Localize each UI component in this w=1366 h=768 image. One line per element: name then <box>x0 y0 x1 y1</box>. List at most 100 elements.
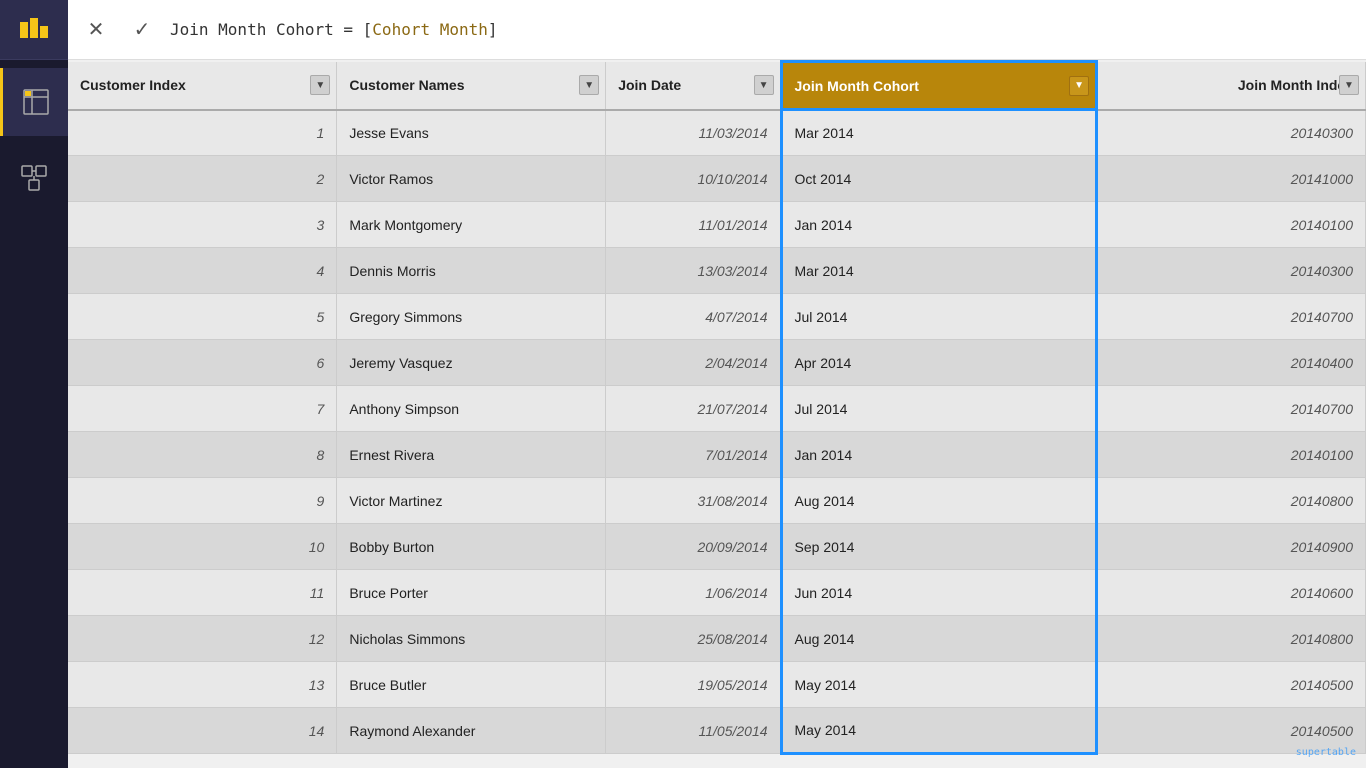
table-row: 9Victor Martinez31/08/2014Aug 2014201408… <box>68 478 1366 524</box>
cell-join-month-index: 20140600 <box>1097 570 1366 616</box>
cell-join-month-cohort: May 2014 <box>781 662 1097 708</box>
cell-customer-name: Anthony Simpson <box>337 386 606 432</box>
cell-join-month-index: 20140100 <box>1097 432 1366 478</box>
cell-join-date: 11/01/2014 <box>606 202 781 248</box>
cell-join-date: 11/05/2014 <box>606 708 781 754</box>
cell-join-date: 7/01/2014 <box>606 432 781 478</box>
sidebar-item-table[interactable] <box>0 68 68 136</box>
cell-join-date: 21/07/2014 <box>606 386 781 432</box>
cell-join-month-index: 20140700 <box>1097 386 1366 432</box>
filter-join-month-index[interactable]: ▼ <box>1339 75 1359 95</box>
filter-customer-index[interactable]: ▼ <box>310 75 330 95</box>
main-area: ✕ ✓ Join Month Cohort = [Cohort Month] C… <box>68 0 1366 768</box>
table-row: 11Bruce Porter1/06/2014Jun 201420140600 <box>68 570 1366 616</box>
header-join-month-index: Join Month Index ▼ <box>1097 62 1366 110</box>
watermark: supertable <box>1296 747 1356 758</box>
sidebar <box>0 0 68 768</box>
cell-join-month-index: 20140900 <box>1097 524 1366 570</box>
cell-customer-index: 9 <box>68 478 337 524</box>
cell-customer-name: Dennis Morris <box>337 248 606 294</box>
accept-button[interactable]: ✓ <box>124 12 160 48</box>
cell-customer-index: 6 <box>68 340 337 386</box>
cell-customer-name: Mark Montgomery <box>337 202 606 248</box>
cell-customer-index: 13 <box>68 662 337 708</box>
cell-customer-name: Ernest Rivera <box>337 432 606 478</box>
cell-customer-index: 1 <box>68 110 337 156</box>
formula-bar: ✕ ✓ Join Month Cohort = [Cohort Month] <box>68 0 1366 60</box>
cell-join-month-cohort: Jan 2014 <box>781 202 1097 248</box>
cell-customer-index: 4 <box>68 248 337 294</box>
formula-cohort-highlight: Cohort Month <box>372 20 488 39</box>
table-container: Customer Index ▼ Customer Names ▼ Join D… <box>68 60 1366 768</box>
formula-input[interactable]: Join Month Cohort = [Cohort Month] <box>170 20 1356 39</box>
cell-customer-name: Bruce Butler <box>337 662 606 708</box>
cell-join-month-index: 20140300 <box>1097 110 1366 156</box>
table-row: 2Victor Ramos10/10/2014Oct 201420141000 <box>68 156 1366 202</box>
cell-join-month-cohort: Jul 2014 <box>781 294 1097 340</box>
table-row: 7Anthony Simpson21/07/2014Jul 2014201407… <box>68 386 1366 432</box>
cell-customer-index: 10 <box>68 524 337 570</box>
cell-join-date: 19/05/2014 <box>606 662 781 708</box>
cell-join-month-cohort: Oct 2014 <box>781 156 1097 202</box>
data-table: Customer Index ▼ Customer Names ▼ Join D… <box>68 60 1366 755</box>
cell-customer-name: Victor Ramos <box>337 156 606 202</box>
cell-join-month-cohort: May 2014 <box>781 708 1097 754</box>
sidebar-item-model[interactable] <box>0 144 68 212</box>
table-row: 14Raymond Alexander11/05/2014May 2014201… <box>68 708 1366 754</box>
cell-join-month-index: 20141000 <box>1097 156 1366 202</box>
table-header-row: Customer Index ▼ Customer Names ▼ Join D… <box>68 62 1366 110</box>
cell-join-date: 2/04/2014 <box>606 340 781 386</box>
cell-customer-index: 3 <box>68 202 337 248</box>
cell-join-month-cohort: Mar 2014 <box>781 248 1097 294</box>
cell-customer-index: 7 <box>68 386 337 432</box>
filter-customer-names[interactable]: ▼ <box>579 75 599 95</box>
cell-customer-name: Nicholas Simmons <box>337 616 606 662</box>
cell-join-month-index: 20140400 <box>1097 340 1366 386</box>
cell-join-month-cohort: Jan 2014 <box>781 432 1097 478</box>
cell-customer-name: Bobby Burton <box>337 524 606 570</box>
cell-join-month-index: 20140300 <box>1097 248 1366 294</box>
filter-join-month-cohort[interactable]: ▼ <box>1069 76 1089 96</box>
cell-customer-index: 11 <box>68 570 337 616</box>
cell-customer-index: 12 <box>68 616 337 662</box>
header-customer-index: Customer Index ▼ <box>68 62 337 110</box>
cancel-button[interactable]: ✕ <box>78 12 114 48</box>
cell-join-month-cohort: Mar 2014 <box>781 110 1097 156</box>
cell-join-month-cohort: Jun 2014 <box>781 570 1097 616</box>
header-customer-names: Customer Names ▼ <box>337 62 606 110</box>
cell-join-month-index: 20140700 <box>1097 294 1366 340</box>
formula-text-prefix: Join Month Cohort = [ <box>170 20 372 39</box>
header-join-date: Join Date ▼ <box>606 62 781 110</box>
cell-customer-name: Jesse Evans <box>337 110 606 156</box>
cell-customer-name: Bruce Porter <box>337 570 606 616</box>
cell-join-date: 31/08/2014 <box>606 478 781 524</box>
header-join-month-cohort: Join Month Cohort ▼ <box>781 62 1097 110</box>
cell-join-month-cohort: Jul 2014 <box>781 386 1097 432</box>
table-row: 12Nicholas Simmons25/08/2014Aug 20142014… <box>68 616 1366 662</box>
filter-join-date[interactable]: ▼ <box>754 75 774 95</box>
cell-join-date: 10/10/2014 <box>606 156 781 202</box>
table-body: 1Jesse Evans11/03/2014Mar 2014201403002V… <box>68 110 1366 754</box>
cell-join-month-cohort: Sep 2014 <box>781 524 1097 570</box>
cell-customer-index: 5 <box>68 294 337 340</box>
table-row: 4Dennis Morris13/03/2014Mar 201420140300 <box>68 248 1366 294</box>
cell-customer-name: Victor Martinez <box>337 478 606 524</box>
sidebar-logo <box>0 0 68 60</box>
cell-join-month-index: 20140800 <box>1097 616 1366 662</box>
table-row: 3Mark Montgomery11/01/2014Jan 2014201401… <box>68 202 1366 248</box>
formula-text-suffix: ] <box>488 20 498 39</box>
cell-join-month-cohort: Aug 2014 <box>781 478 1097 524</box>
table-row: 13Bruce Butler19/05/2014May 201420140500 <box>68 662 1366 708</box>
cell-join-date: 11/03/2014 <box>606 110 781 156</box>
cell-customer-name: Jeremy Vasquez <box>337 340 606 386</box>
table-row: 1Jesse Evans11/03/2014Mar 201420140300 <box>68 110 1366 156</box>
cell-join-date: 25/08/2014 <box>606 616 781 662</box>
cell-join-date: 13/03/2014 <box>606 248 781 294</box>
cell-customer-name: Raymond Alexander <box>337 708 606 754</box>
cell-join-date: 1/06/2014 <box>606 570 781 616</box>
cell-join-month-cohort: Aug 2014 <box>781 616 1097 662</box>
cell-join-month-cohort: Apr 2014 <box>781 340 1097 386</box>
table-row: 8Ernest Rivera7/01/2014Jan 201420140100 <box>68 432 1366 478</box>
cell-join-date: 4/07/2014 <box>606 294 781 340</box>
cell-customer-index: 2 <box>68 156 337 202</box>
